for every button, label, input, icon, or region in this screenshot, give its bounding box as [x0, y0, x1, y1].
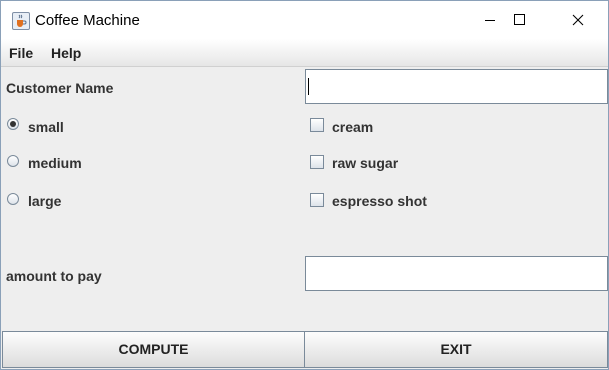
menu-help[interactable]: Help	[51, 45, 81, 61]
checkbox-raw-sugar[interactable]	[310, 155, 324, 169]
radio-medium[interactable]	[7, 155, 19, 167]
radio-small-label[interactable]: small	[28, 119, 64, 135]
window-title: Coffee Machine	[35, 12, 140, 29]
coffee-machine-window: Coffee Machine File Help Customer Name s…	[0, 0, 609, 370]
radio-large-label[interactable]: large	[28, 193, 61, 209]
checkbox-cream[interactable]	[310, 118, 324, 132]
maximize-button[interactable]	[513, 1, 559, 39]
amount-to-pay-label: amount to pay	[6, 268, 102, 284]
minimize-icon	[485, 20, 495, 21]
close-button[interactable]	[555, 1, 601, 39]
title-bar[interactable]: Coffee Machine	[1, 1, 608, 39]
radio-small[interactable]	[7, 118, 19, 130]
close-icon	[572, 14, 584, 26]
radio-large[interactable]	[7, 193, 19, 205]
customer-name-label: Customer Name	[6, 80, 114, 96]
menu-separator	[1, 66, 608, 67]
maximize-icon	[514, 14, 525, 25]
checkbox-cream-label[interactable]: cream	[332, 119, 373, 135]
checkbox-raw-sugar-label[interactable]: raw sugar	[332, 155, 398, 171]
java-coffee-cup-icon	[12, 12, 30, 30]
radio-medium-label[interactable]: medium	[28, 155, 82, 171]
text-caret	[308, 78, 309, 95]
compute-button[interactable]: COMPUTE	[2, 331, 305, 368]
amount-to-pay-field[interactable]	[305, 256, 608, 291]
customer-name-field[interactable]	[305, 69, 608, 104]
menu-file[interactable]: File	[9, 45, 33, 61]
menu-bar: File Help	[1, 39, 608, 66]
minimize-button[interactable]	[467, 1, 513, 39]
checkbox-espresso-shot-label[interactable]: espresso shot	[332, 193, 427, 209]
exit-button[interactable]: EXIT	[304, 331, 608, 368]
checkbox-espresso-shot[interactable]	[310, 193, 324, 207]
radio-selected-dot	[10, 121, 16, 127]
